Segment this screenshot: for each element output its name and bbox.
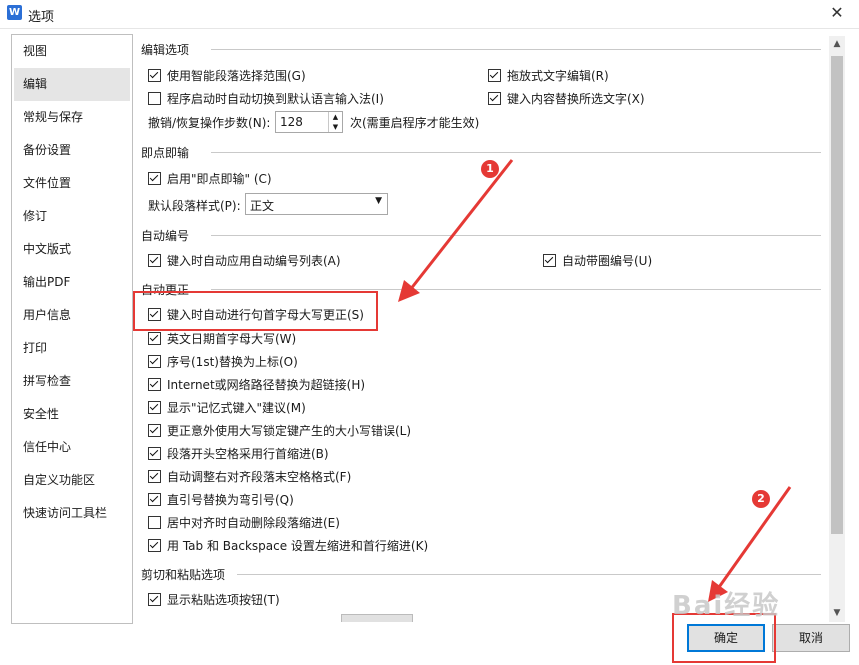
baidu-watermark: Bai经验 xyxy=(672,591,781,621)
arrow-1 xyxy=(408,159,514,291)
step-badge-1: 1 xyxy=(481,160,499,178)
annotation-arrows xyxy=(398,159,792,602)
step-badge-2: 2 xyxy=(752,490,770,508)
